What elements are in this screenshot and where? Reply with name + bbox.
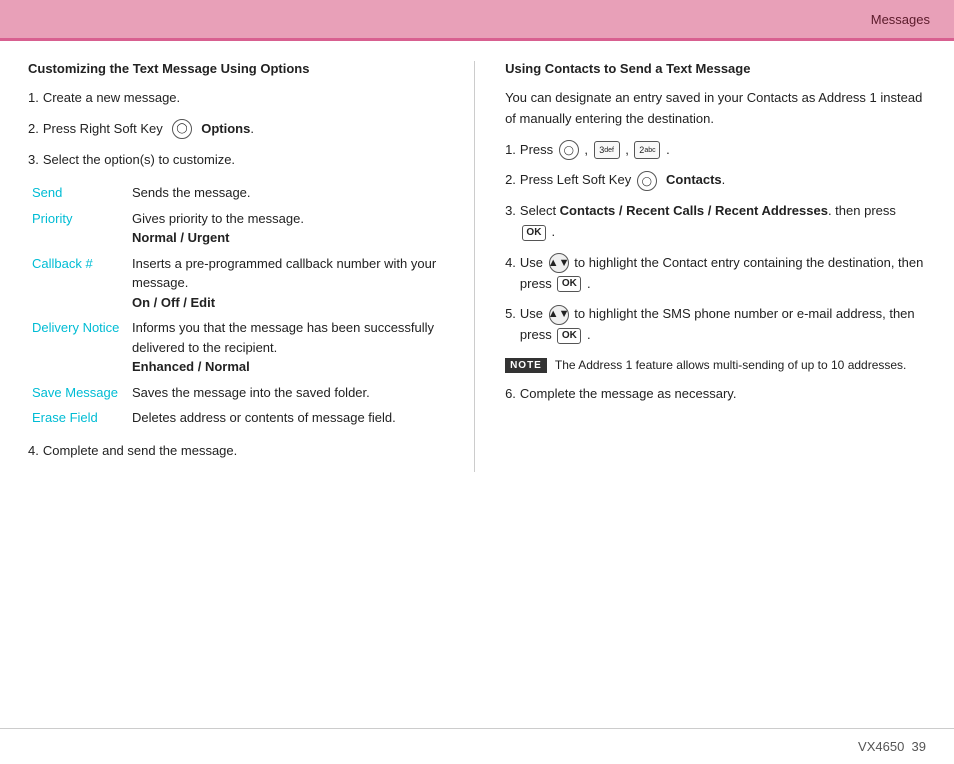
option-erase-field: Erase Field Deletes address or contents … [28, 405, 444, 431]
ok-icon-5: OK [557, 328, 581, 344]
header-title: Messages [871, 12, 930, 27]
right-step-1-text: Press ◯ , 3def , 2abc . [520, 140, 670, 161]
step-1-text: Create a new message. [43, 88, 180, 109]
right-column: Using Contacts to Send a Text Message Yo… [474, 61, 926, 472]
right-step-6-num: 6. [505, 384, 516, 405]
option-save-name: Save Message [28, 380, 128, 406]
right-step-4-text: Use ▲▼ to highlight the Contact entry co… [520, 253, 926, 295]
nav-icon-5: ▲▼ [549, 305, 569, 325]
step-1: 1. Create a new message. [28, 88, 444, 109]
step-2-text: Press Right Soft Key ◯ Options. [43, 119, 254, 140]
nav-icon-4: ▲▼ [549, 253, 569, 273]
left-section-title: Customizing the Text Message Using Optio… [28, 61, 444, 76]
option-priority-name: Priority [28, 206, 128, 251]
step-4: 4. Complete and send the message. [28, 441, 444, 462]
right-step-3: 3. Select Contacts / Recent Calls / Rece… [505, 201, 926, 243]
option-save-desc: Saves the message into the saved folder. [128, 380, 444, 406]
option-callback: Callback # Inserts a pre-programmed call… [28, 251, 444, 316]
option-delivery-name: Delivery Notice [28, 315, 128, 380]
note-block: NOTE The Address 1 feature allows multi-… [505, 356, 926, 374]
option-callback-desc: Inserts a pre-programmed callback number… [128, 251, 444, 316]
header-bar: Messages [0, 0, 954, 38]
step-4-text: Complete and send the message. [43, 441, 237, 462]
step-4-num: 4. [28, 441, 39, 462]
option-send-desc: Sends the message. [128, 180, 444, 206]
option-priority-desc: Gives priority to the message.Normal / U… [128, 206, 444, 251]
press-icon-1: ◯ [559, 140, 579, 160]
right-step-1-num: 1. [505, 140, 516, 161]
note-label: NOTE [505, 358, 547, 373]
footer-model: VX4650 [858, 739, 904, 754]
option-callback-name: Callback # [28, 251, 128, 316]
right-step-1: 1. Press ◯ , 3def , 2abc . [505, 140, 926, 161]
ok-icon-3: OK [522, 225, 546, 241]
key-2abc-icon: 2abc [634, 141, 660, 159]
step-3-num: 3. [28, 150, 39, 171]
note-text: The Address 1 feature allows multi-sendi… [555, 356, 907, 374]
option-erase-desc: Deletes address or contents of message f… [128, 405, 444, 431]
step-2-num: 2. [28, 119, 39, 140]
right-step-2-text: Press Left Soft Key ◯ Contacts. [520, 170, 725, 191]
right-step-6-text: Complete the message as necessary. [520, 384, 737, 405]
right-step-5-text: Use ▲▼ to highlight the SMS phone number… [520, 304, 926, 346]
step-2: 2. Press Right Soft Key ◯ Options. [28, 119, 444, 140]
key-3def-icon: 3def [594, 141, 620, 159]
option-save-message: Save Message Saves the message into the … [28, 380, 444, 406]
right-section-title: Using Contacts to Send a Text Message [505, 61, 926, 76]
right-step-4: 4. Use ▲▼ to highlight the Contact entry… [505, 253, 926, 295]
right-soft-key-icon: ◯ [172, 119, 192, 139]
option-delivery-desc: Informs you that the message has been su… [128, 315, 444, 380]
option-delivery-notice: Delivery Notice Informs you that the mes… [28, 315, 444, 380]
option-send: Send Sends the message. [28, 180, 444, 206]
right-step-5-num: 5. [505, 304, 516, 346]
options-table: Send Sends the message. Priority Gives p… [28, 180, 444, 431]
right-step-6: 6. Complete the message as necessary. [505, 384, 926, 405]
right-step-3-text: Select Contacts / Recent Calls / Recent … [520, 201, 926, 243]
left-column: Customizing the Text Message Using Optio… [28, 61, 474, 472]
footer: VX4650 39 [0, 728, 954, 764]
step-3: 3. Select the option(s) to customize. [28, 150, 444, 171]
right-step-3-num: 3. [505, 201, 516, 243]
right-step-4-num: 4. [505, 253, 516, 295]
option-send-name: Send [28, 180, 128, 206]
right-step-2-num: 2. [505, 170, 516, 191]
main-content: Customizing the Text Message Using Optio… [0, 41, 954, 492]
right-intro: You can designate an entry saved in your… [505, 88, 926, 130]
footer-page: 39 [912, 739, 926, 754]
step-3-text: Select the option(s) to customize. [43, 150, 235, 171]
right-step-2: 2. Press Left Soft Key ◯ Contacts. [505, 170, 926, 191]
right-step-5: 5. Use ▲▼ to highlight the SMS phone num… [505, 304, 926, 346]
option-priority: Priority Gives priority to the message.N… [28, 206, 444, 251]
ok-icon-4: OK [557, 276, 581, 292]
left-soft-key-icon: ◯ [637, 171, 657, 191]
option-erase-name: Erase Field [28, 405, 128, 431]
step-1-num: 1. [28, 88, 39, 109]
